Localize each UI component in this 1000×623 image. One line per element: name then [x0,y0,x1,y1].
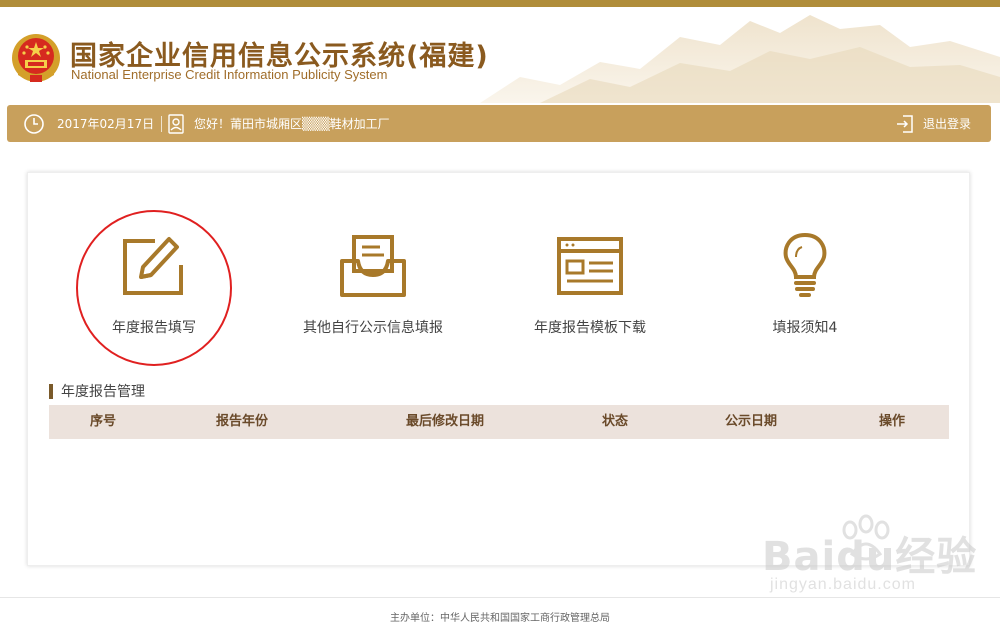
edit-icon [123,237,183,295]
footer-divider [0,597,1000,598]
column-header: 报告年份 [215,414,268,429]
site-header: 国家企业信用信息公示系统(福建) National Enterprise Cre… [0,7,1000,103]
logout-icon[interactable] [895,105,915,142]
inbox-icon [340,235,406,297]
action-label: 填报须知4 [772,320,838,336]
column-header: 最后修改日期 [405,414,484,429]
footer-text: 主办单位：中华人民共和国国家工商行政管理总局 [390,613,610,623]
section-title-text: 年度报告管理 [61,384,145,400]
action-other-disclosure[interactable]: 其他自行公示信息填报 [273,231,473,341]
template-icon [557,237,623,295]
main-panel: 年度报告填写 其他自行公示信息填报 年度报告模板下载 填报须知4 年度报告管理 [27,172,970,566]
action-annual-report-fill[interactable]: 年度报告填写 [54,231,254,341]
logout-link[interactable]: 退出登录 [923,105,971,142]
action-filing-notes[interactable]: 填报须知4 [705,231,905,341]
mountain-decoration [480,15,1000,103]
site-title-en: National Enterprise Credit Information P… [71,67,388,82]
column-header: 公示日期 [724,414,777,429]
section-marker [49,383,53,399]
action-label: 其他自行公示信息填报 [303,320,443,336]
action-label: 年度报告模板下载 [534,320,646,336]
column-header: 操作 [878,414,905,429]
action-template-download[interactable]: 年度报告模板下载 [490,231,690,341]
baidu-watermark: Baidu经验 jingyan.baidu.com [762,512,982,607]
top-stripe [0,0,1000,7]
table-header: 序号 报告年份 最后修改日期 状态 公示日期 操作 [49,405,949,439]
watermark-text: Baidu经验 [762,534,978,580]
watermark-url: jingyan.baidu.com [770,576,916,593]
section-title: 年度报告管理 [49,381,145,401]
user-greeting: 您好！莆田市城厢区▒▒▒鞋材加工厂 [194,117,390,131]
column-header: 状态 [601,414,628,429]
action-label: 年度报告填写 [112,320,196,336]
lightbulb-icon [783,232,827,297]
clock-icon [23,105,45,142]
info-bar: 2017年02月17日 您好！莆田市城厢区▒▒▒鞋材加工厂 退出登录 [7,105,991,142]
divider [161,116,162,132]
user-icon [167,105,185,142]
national-emblem-icon [12,34,60,82]
current-date: 2017年02月17日 [57,117,155,131]
column-header: 序号 [89,414,116,429]
